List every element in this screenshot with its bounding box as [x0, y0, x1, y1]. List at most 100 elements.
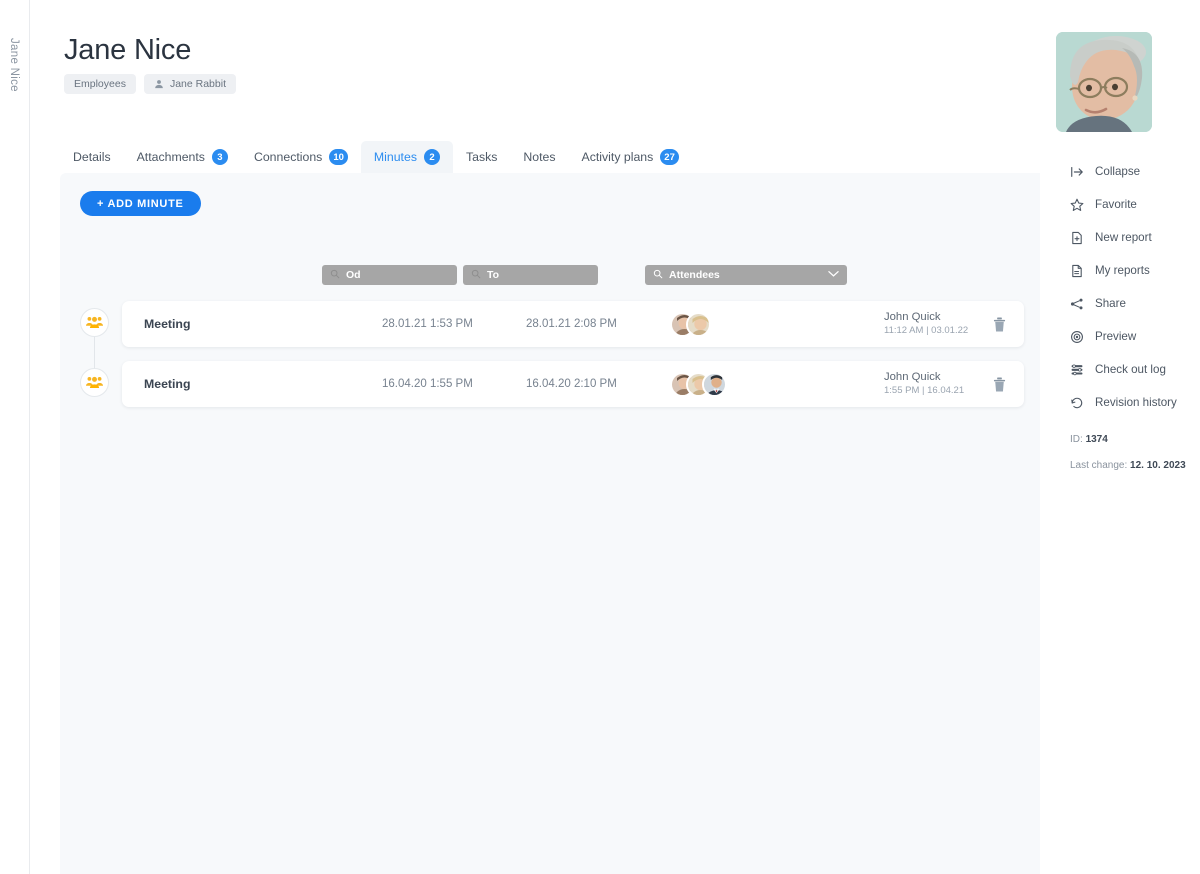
minute-end: 16.04.20 2:10 PM — [526, 378, 617, 390]
sidebar-item-label: Share — [1095, 297, 1126, 310]
people-group-icon — [86, 376, 103, 389]
tab-connections[interactable]: Connections 10 — [241, 141, 361, 173]
author-name: John Quick — [884, 370, 941, 383]
filter-date-from-value: Od — [346, 269, 361, 281]
trash-icon — [993, 317, 1006, 331]
author-timestamp: 11:12 AM | 03.01.22 — [884, 325, 969, 337]
tab-tasks[interactable]: Tasks — [453, 141, 510, 173]
search-icon — [653, 269, 663, 282]
add-minute-button[interactable]: + ADD MINUTE — [80, 191, 201, 216]
sidebar-menu: Collapse Favorite New report My reports … — [1070, 155, 1200, 419]
avatar — [702, 371, 727, 397]
author-timestamp: 1:55 PM | 16.04.21 — [884, 385, 965, 397]
checkout-log-icon — [1070, 363, 1084, 377]
tab-label: Details — [73, 150, 111, 164]
tab-badge: 10 — [329, 149, 348, 165]
minutes-list: Meeting 28.01.21 1:53 PM 28.01.21 2:08 P… — [60, 301, 1070, 421]
record-id-label: ID: — [1070, 434, 1083, 445]
tab-attachments[interactable]: Attachments 3 — [124, 141, 241, 173]
tab-label: Activity plans — [581, 150, 654, 164]
minute-row[interactable]: Meeting 16.04.20 1:55 PM 16.04.20 2:10 P… — [122, 361, 1024, 407]
tab-badge: 3 — [211, 149, 228, 165]
sidebar-item-label: Favorite — [1095, 198, 1137, 211]
minutes-panel: + ADD MINUTE Od To Attendees Meeting 28.… — [60, 173, 1070, 874]
record-metadata: ID: 1374 Last change: 12. 10. 2023 — [1070, 434, 1186, 486]
delete-minute-button[interactable] — [993, 317, 1006, 332]
sidebar-item-new-report[interactable]: New report — [1070, 221, 1200, 254]
people-group-icon — [86, 316, 103, 329]
search-icon — [471, 269, 481, 282]
record-id-value: 1374 — [1085, 434, 1108, 445]
sidebar-item-label: Collapse — [1095, 165, 1141, 178]
tab-minutes[interactable]: Minutes 2 — [360, 141, 453, 173]
chip-manager[interactable]: Jane Rabbit — [143, 74, 236, 94]
left-rail-label: Jane Nice — [8, 38, 20, 92]
page-title: Jane Nice — [64, 34, 192, 66]
star-icon — [1070, 198, 1084, 212]
filter-date-from[interactable]: Od — [322, 265, 457, 285]
tab-label: Connections — [253, 150, 323, 164]
sidebar-item-label: New report — [1095, 231, 1152, 244]
minute-author: John Quick 1:55 PM | 16.04.21 — [884, 370, 964, 398]
timeline-node — [80, 368, 109, 397]
chip-label: Jane Rabbit — [169, 78, 226, 90]
timeline-node — [80, 308, 109, 337]
sidebar-item-label: Revision history — [1095, 396, 1177, 409]
sidebar-item-my-reports[interactable]: My reports — [1070, 254, 1200, 287]
employee-detail-page: Jane Nice Jane Nice Employees Jane Rabbi… — [0, 0, 1200, 874]
minute-end: 28.01.21 2:08 PM — [526, 318, 617, 330]
chevron-down-icon — [828, 269, 839, 281]
chip-employees[interactable]: Employees — [64, 74, 136, 94]
sidebar-item-check-out-log[interactable]: Check out log — [1070, 353, 1200, 386]
filter-attendees[interactable]: Attendees — [645, 265, 847, 285]
tab-label: Minutes — [373, 150, 417, 164]
avatar — [686, 311, 711, 337]
employee-photo — [1056, 32, 1152, 132]
minute-row[interactable]: Meeting 28.01.21 1:53 PM 28.01.21 2:08 P… — [122, 301, 1024, 347]
main-surface: Jane Nice Employees Jane Rabbit Details — [30, 0, 1200, 874]
tab-notes[interactable]: Notes — [510, 141, 568, 173]
collapse-icon — [1070, 165, 1084, 179]
attendee-avatars[interactable] — [670, 371, 727, 397]
timeline-entry: Meeting 16.04.20 1:55 PM 16.04.20 2:10 P… — [60, 361, 1070, 421]
tab-bar: Details Attachments 3 Connections 10 Min… — [60, 141, 1070, 173]
minute-start: 28.01.21 1:53 PM — [382, 318, 473, 330]
tab-label: Tasks — [465, 150, 498, 164]
filter-attendees-value: Attendees — [669, 269, 720, 281]
filter-date-to[interactable]: To — [463, 265, 598, 285]
minute-start: 16.04.20 1:55 PM — [382, 378, 473, 390]
record-last-change: Last change: 12. 10. 2023 — [1070, 460, 1186, 471]
sidebar-item-revision-history[interactable]: Revision history — [1070, 386, 1200, 419]
tab-label: Attachments — [136, 150, 205, 164]
history-icon — [1070, 396, 1084, 410]
sidebar-item-preview[interactable]: Preview — [1070, 320, 1200, 353]
share-icon — [1070, 297, 1084, 311]
sidebar-item-label: Preview — [1095, 330, 1137, 343]
document-icon — [1070, 264, 1084, 278]
record-id: ID: 1374 — [1070, 434, 1186, 445]
new-document-icon — [1070, 231, 1084, 245]
left-rail: Jane Nice — [0, 0, 30, 874]
sidebar-item-label: My reports — [1095, 264, 1150, 277]
sidebar-item-share[interactable]: Share — [1070, 287, 1200, 320]
last-change-label: Last change: — [1070, 460, 1128, 471]
filter-date-to-value: To — [487, 269, 500, 281]
tab-label: Notes — [523, 150, 556, 164]
person-icon — [154, 79, 164, 89]
minute-author: John Quick 11:12 AM | 03.01.22 — [884, 310, 968, 338]
delete-minute-button[interactable] — [993, 377, 1006, 392]
author-name: John Quick — [884, 310, 941, 323]
sidebar-item-collapse[interactable]: Collapse — [1070, 155, 1200, 188]
tab-activity-plans[interactable]: Activity plans 27 — [569, 141, 692, 173]
breadcrumb: Employees Jane Rabbit — [64, 74, 236, 94]
tab-details[interactable]: Details — [60, 141, 124, 173]
last-change-value: 12. 10. 2023 — [1130, 460, 1186, 471]
attendee-avatars[interactable] — [670, 311, 711, 337]
trash-icon — [993, 377, 1006, 391]
eye-icon — [1070, 330, 1084, 344]
chip-label: Employees — [74, 78, 126, 90]
filter-bar: Od To Attendees — [60, 265, 1070, 285]
timeline-entry: Meeting 28.01.21 1:53 PM 28.01.21 2:08 P… — [60, 301, 1070, 361]
search-icon — [330, 269, 340, 282]
sidebar-item-favorite[interactable]: Favorite — [1070, 188, 1200, 221]
